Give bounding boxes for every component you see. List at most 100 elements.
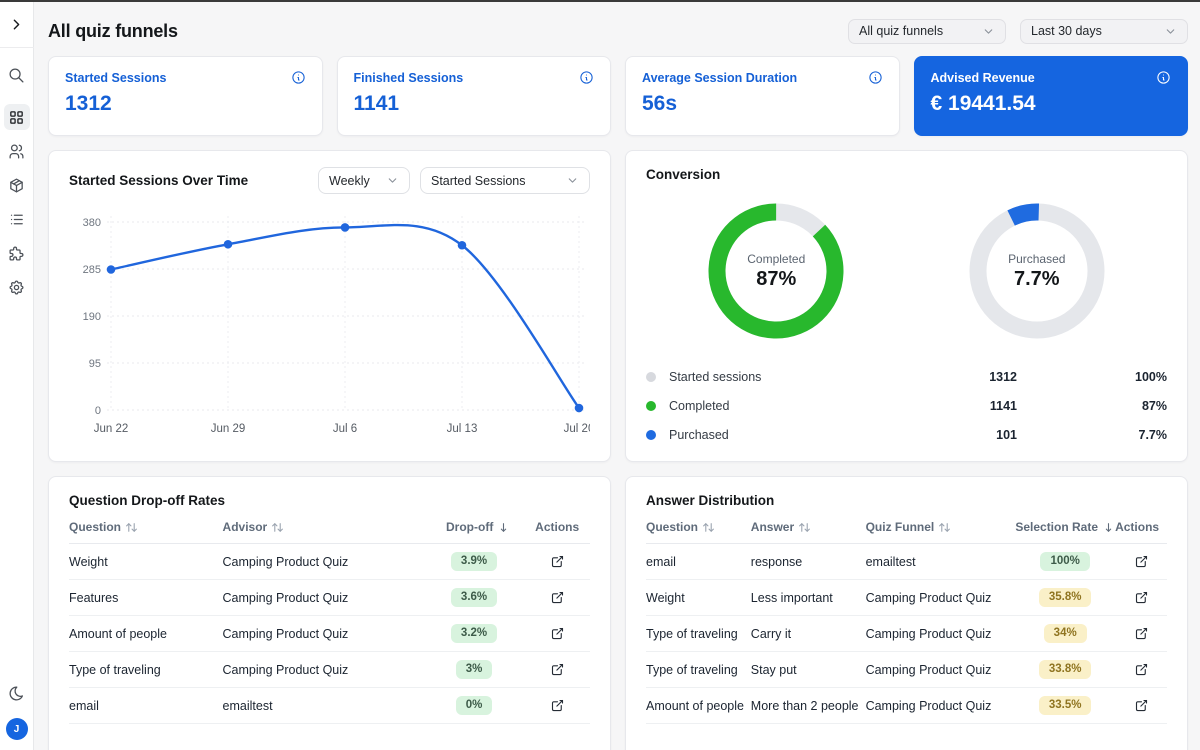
dropoff-table-row: Amount of peopleCamping Product Quiz3.2% <box>69 616 590 652</box>
advisor-cell: Camping Product Quiz <box>223 663 424 677</box>
dashboard-grid-icon <box>8 109 25 126</box>
page-title: All quiz funnels <box>48 21 178 42</box>
question-dropoff-panel: Question Drop-off Rates Question Advisor… <box>48 476 611 750</box>
conversion-panel: Conversion Completed 87% <box>625 150 1188 462</box>
sidebar-item-dashboard[interactable] <box>4 104 30 130</box>
sidebar-divider <box>0 47 34 48</box>
sidebar-item-search[interactable] <box>4 62 30 88</box>
question-cell: Weight <box>69 555 223 569</box>
open-external-link-button[interactable] <box>550 590 565 605</box>
sidebar-item-products[interactable] <box>4 172 30 198</box>
stat-card-advised-revenue: Advised Revenue € 19441.54 <box>914 56 1189 136</box>
column-header-dropoff[interactable]: Drop-off <box>424 520 525 534</box>
sidebar-item-settings[interactable] <box>4 274 30 300</box>
chevron-down-icon <box>566 174 579 187</box>
actions-cell <box>524 626 590 641</box>
advisor-cell: Camping Product Quiz <box>223 627 424 641</box>
sort-icon <box>938 521 951 534</box>
open-external-link-button[interactable] <box>550 554 565 569</box>
open-external-link-button[interactable] <box>1134 554 1149 569</box>
external-link-icon <box>550 626 565 641</box>
selection-rate-badge: 34% <box>1044 624 1087 644</box>
answer-cell: More than 2 people <box>751 699 866 713</box>
actions-cell <box>524 554 590 569</box>
open-external-link-button[interactable] <box>550 626 565 641</box>
open-external-link-button[interactable] <box>1134 590 1149 605</box>
external-link-icon <box>550 590 565 605</box>
open-external-link-button[interactable] <box>550 698 565 713</box>
panel-title: Conversion <box>646 167 720 182</box>
column-header-quiz-funnel[interactable]: Quiz Funnel <box>866 520 1016 534</box>
info-icon[interactable] <box>579 70 594 85</box>
quiz-funnel-cell: emailtest <box>866 555 1016 569</box>
advisor-cell: Camping Product Quiz <box>223 555 424 569</box>
sort-icon <box>271 521 284 534</box>
external-link-icon <box>550 662 565 677</box>
date-range-select[interactable]: Last 30 days <box>1020 19 1188 44</box>
sidebar: J <box>0 2 34 750</box>
selection-rate-cell: 33.8% <box>1015 660 1115 680</box>
column-header-question[interactable]: Question <box>69 520 223 534</box>
puzzle-icon <box>8 245 25 262</box>
quiz-funnel-cell: Camping Product Quiz <box>866 627 1016 641</box>
info-icon[interactable] <box>868 70 883 85</box>
theme-toggle-button[interactable] <box>4 680 30 706</box>
actions-cell <box>1115 662 1167 677</box>
answer-cell: Carry it <box>751 627 866 641</box>
sort-desc-icon <box>1102 521 1115 534</box>
column-header-question[interactable]: Question <box>646 520 751 534</box>
sidebar-item-users[interactable] <box>4 138 30 164</box>
column-header-selection-rate[interactable]: Selection Rate <box>1015 520 1115 534</box>
stat-value: € 19441.54 <box>931 92 1172 116</box>
actions-cell <box>1115 698 1167 713</box>
user-avatar[interactable]: J <box>6 718 28 740</box>
sidebar-item-list[interactable] <box>4 206 30 232</box>
question-cell: Type of traveling <box>646 663 751 677</box>
external-link-icon <box>1134 626 1149 641</box>
legend-row-started-sessions: Started sessions 1312 100% <box>646 362 1167 391</box>
sidebar-expand-button[interactable] <box>4 11 30 37</box>
answer-table-row: Type of travelingCarry itCamping Product… <box>646 616 1167 652</box>
sort-desc-icon <box>497 521 510 534</box>
info-icon[interactable] <box>291 70 306 85</box>
selection-rate-badge: 35.8% <box>1039 588 1092 608</box>
selection-rate-cell: 33.5% <box>1015 696 1115 716</box>
external-link-icon <box>550 698 565 713</box>
chevron-down-icon <box>982 25 995 38</box>
funnel-filter-select[interactable]: All quiz funnels <box>848 19 1006 44</box>
dropoff-badge: 3% <box>456 660 493 680</box>
column-header-advisor[interactable]: Advisor <box>223 520 424 534</box>
legend-dot <box>646 401 656 411</box>
svg-text:95: 95 <box>89 358 101 370</box>
stat-value: 56s <box>642 92 883 116</box>
open-external-link-button[interactable] <box>1134 698 1149 713</box>
selection-rate-cell: 34% <box>1015 624 1115 644</box>
question-cell: Amount of people <box>69 627 223 641</box>
sidebar-item-integrations[interactable] <box>4 240 30 266</box>
answer-cell: response <box>751 555 866 569</box>
external-link-icon <box>1134 662 1149 677</box>
moon-icon <box>8 685 25 702</box>
period-select[interactable]: Weekly <box>318 167 410 194</box>
dropoff-table-row: Type of travelingCamping Product Quiz3% <box>69 652 590 688</box>
period-value: Weekly <box>329 174 370 188</box>
open-external-link-button[interactable] <box>1134 626 1149 641</box>
sessions-over-time-panel: Started Sessions Over Time Weekly Starte… <box>48 150 611 462</box>
info-icon[interactable] <box>1156 70 1171 85</box>
answer-table-row: Amount of peopleMore than 2 peopleCampin… <box>646 688 1167 724</box>
actions-cell <box>524 698 590 713</box>
dropoff-badge: 3.6% <box>451 588 497 608</box>
actions-cell <box>524 662 590 677</box>
external-link-icon <box>550 554 565 569</box>
sessions-line-chart: 095190285380Jun 22Jun 29Jul 6Jul 13Jul 2… <box>69 204 590 452</box>
panel-title: Started Sessions Over Time <box>69 173 248 188</box>
svg-text:0: 0 <box>95 405 101 417</box>
legend-count: 1141 <box>797 399 1017 413</box>
actions-cell <box>1115 554 1167 569</box>
open-external-link-button[interactable] <box>550 662 565 677</box>
column-header-answer[interactable]: Answer <box>751 520 866 534</box>
open-external-link-button[interactable] <box>1134 662 1149 677</box>
stat-card-avg-session-duration: Average Session Duration 56s <box>625 56 900 136</box>
stat-label: Advised Revenue <box>931 71 1035 85</box>
metric-select[interactable]: Started Sessions <box>420 167 590 194</box>
